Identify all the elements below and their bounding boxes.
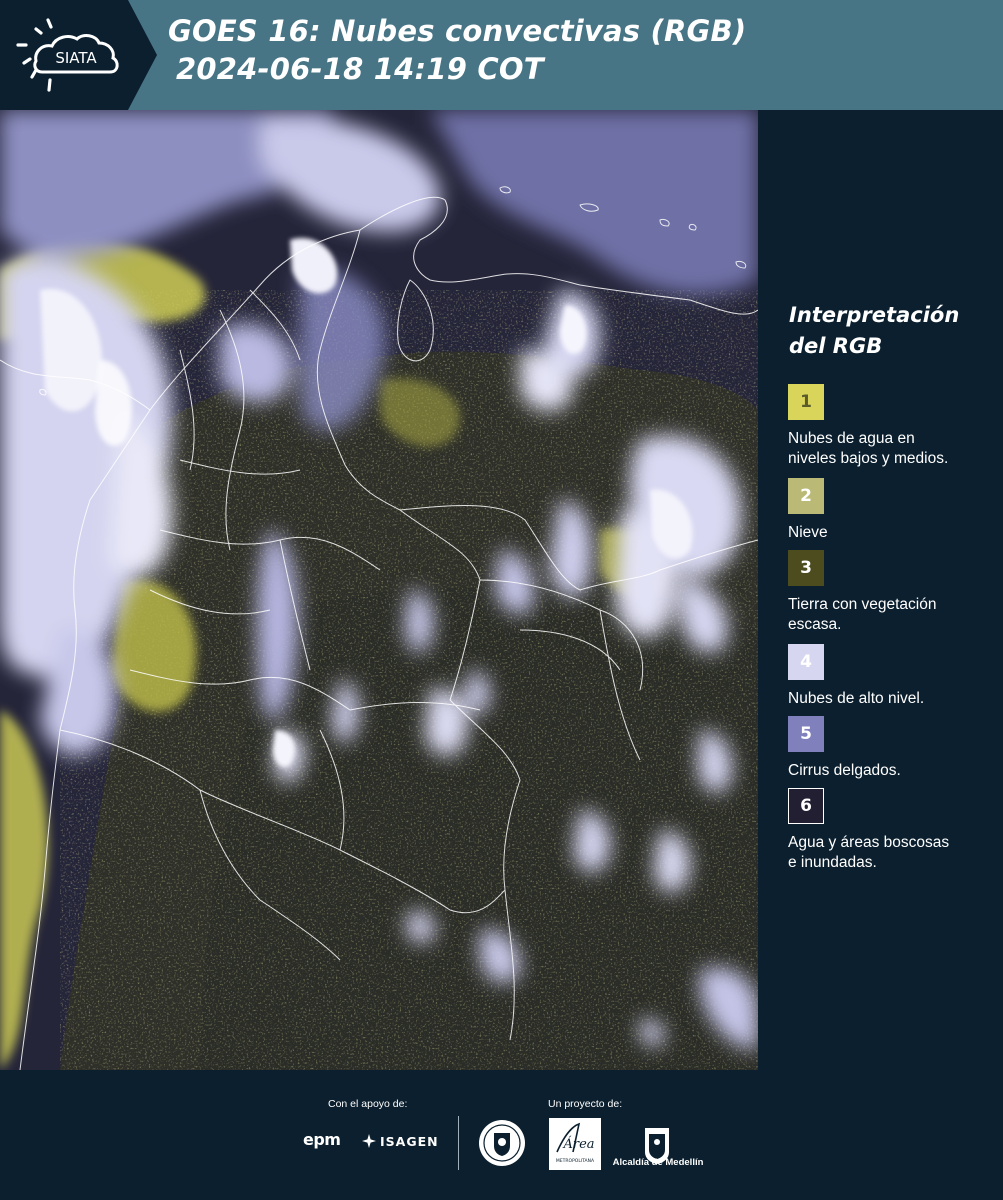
legend-label-5: Cirrus delgados.	[788, 761, 993, 781]
alcaldia-label: Alcaldía de Medellín	[612, 1157, 704, 1168]
legend-item-3: 3 Tierra con vegetación escasa.	[788, 550, 993, 635]
isagen-star-icon	[362, 1134, 376, 1148]
area-metropolitana-logo[interactable]: Área METROPOLITANA	[549, 1118, 601, 1170]
legend-item-2: 2 Nieve	[788, 478, 993, 543]
legend-title-line-2: del RGB	[789, 334, 883, 358]
product-timestamp: 2024-06-18 14:19 COT	[176, 52, 544, 86]
epm-logo-text: epm	[303, 1130, 341, 1149]
area-metro-logo-text: Área	[562, 1136, 594, 1152]
epm-logo[interactable]: epm	[303, 1130, 341, 1149]
legend-swatch-2: 2	[788, 478, 824, 514]
title-block: GOES 16: Nubes convectivas (RGB) 2024-06…	[168, 12, 988, 88]
isagen-logo[interactable]: ISAGEN	[362, 1132, 439, 1150]
legend-label-3-line-2: escasa.	[788, 616, 842, 633]
legend-label-2-line-1: Nieve	[788, 524, 828, 541]
footer-divider	[458, 1116, 459, 1170]
legend-number-6: 6	[800, 796, 812, 816]
legend-number-4: 4	[800, 652, 812, 672]
legend-label-6-line-2: e inundadas.	[788, 854, 877, 871]
legend-label-3-line-1: Tierra con vegetación	[788, 596, 937, 613]
legend-label-3: Tierra con vegetación escasa.	[788, 595, 993, 635]
legend-label-4-line-1: Nubes de alto nivel.	[788, 690, 925, 707]
legend-item-4: 4 Nubes de alto nivel.	[788, 644, 993, 709]
siata-logo[interactable]: SIATA	[0, 0, 157, 110]
university-seal-icon[interactable]	[477, 1118, 527, 1168]
support-caption: Con el apoyo de:	[328, 1098, 408, 1110]
project-caption: Un proyecto de:	[548, 1098, 623, 1110]
siata-logo-text: SIATA	[55, 49, 97, 67]
legend-swatch-3: 3	[788, 550, 824, 586]
legend-label-1-line-1: Nubes de agua en	[788, 430, 915, 447]
siata-logo-graphic: SIATA	[0, 0, 157, 110]
legend-label-1: Nubes de agua en niveles bajos y medios.	[788, 429, 993, 469]
legend-item-1: 1 Nubes de agua en niveles bajos y medio…	[788, 384, 993, 469]
legend-label-4: Nubes de alto nivel.	[788, 689, 993, 709]
legend-title-line-1: Interpretación	[789, 303, 960, 327]
satellite-rgb-map[interactable]	[0, 110, 758, 1070]
satellite-map-graphic	[0, 110, 758, 1070]
area-metro-logo-subtext: METROPOLITANA	[556, 1158, 595, 1164]
legend-number-5: 5	[800, 724, 812, 744]
footer: Con el apoyo de: Un proyecto de: epm ISA…	[0, 1070, 1003, 1200]
legend-swatch-5: 5	[788, 716, 824, 752]
legend-label-2: Nieve	[788, 523, 993, 543]
legend-number-3: 3	[800, 558, 812, 578]
satellite-product-page: SIATA GOES 16: Nubes convectivas (RGB) 2…	[0, 0, 1003, 1200]
legend-swatch-6: 6	[788, 788, 824, 824]
header-bar: SIATA GOES 16: Nubes convectivas (RGB) 2…	[0, 0, 1003, 110]
legend-swatch-1: 1	[788, 384, 824, 420]
legend-label-5-line-1: Cirrus delgados.	[788, 762, 901, 779]
legend-label-1-line-2: niveles bajos y medios.	[788, 450, 949, 467]
legend-item-6: 6 Agua y áreas boscosas e inundadas.	[788, 788, 993, 873]
legend-title: Interpretación del RGB	[789, 300, 995, 362]
legend-label-6-line-1: Agua y áreas boscosas	[788, 834, 950, 851]
legend-number-2: 2	[800, 486, 812, 506]
product-title: GOES 16: Nubes convectivas (RGB)	[168, 14, 747, 48]
isagen-logo-text: ISAGEN	[380, 1133, 439, 1149]
legend-item-5: 5 Cirrus delgados.	[788, 716, 993, 781]
legend-swatch-4: 4	[788, 644, 824, 680]
legend-label-6: Agua y áreas boscosas e inundadas.	[788, 833, 993, 873]
rgb-legend: Interpretación del RGB 1 Nubes de agua e…	[770, 300, 995, 871]
legend-number-1: 1	[800, 392, 812, 412]
